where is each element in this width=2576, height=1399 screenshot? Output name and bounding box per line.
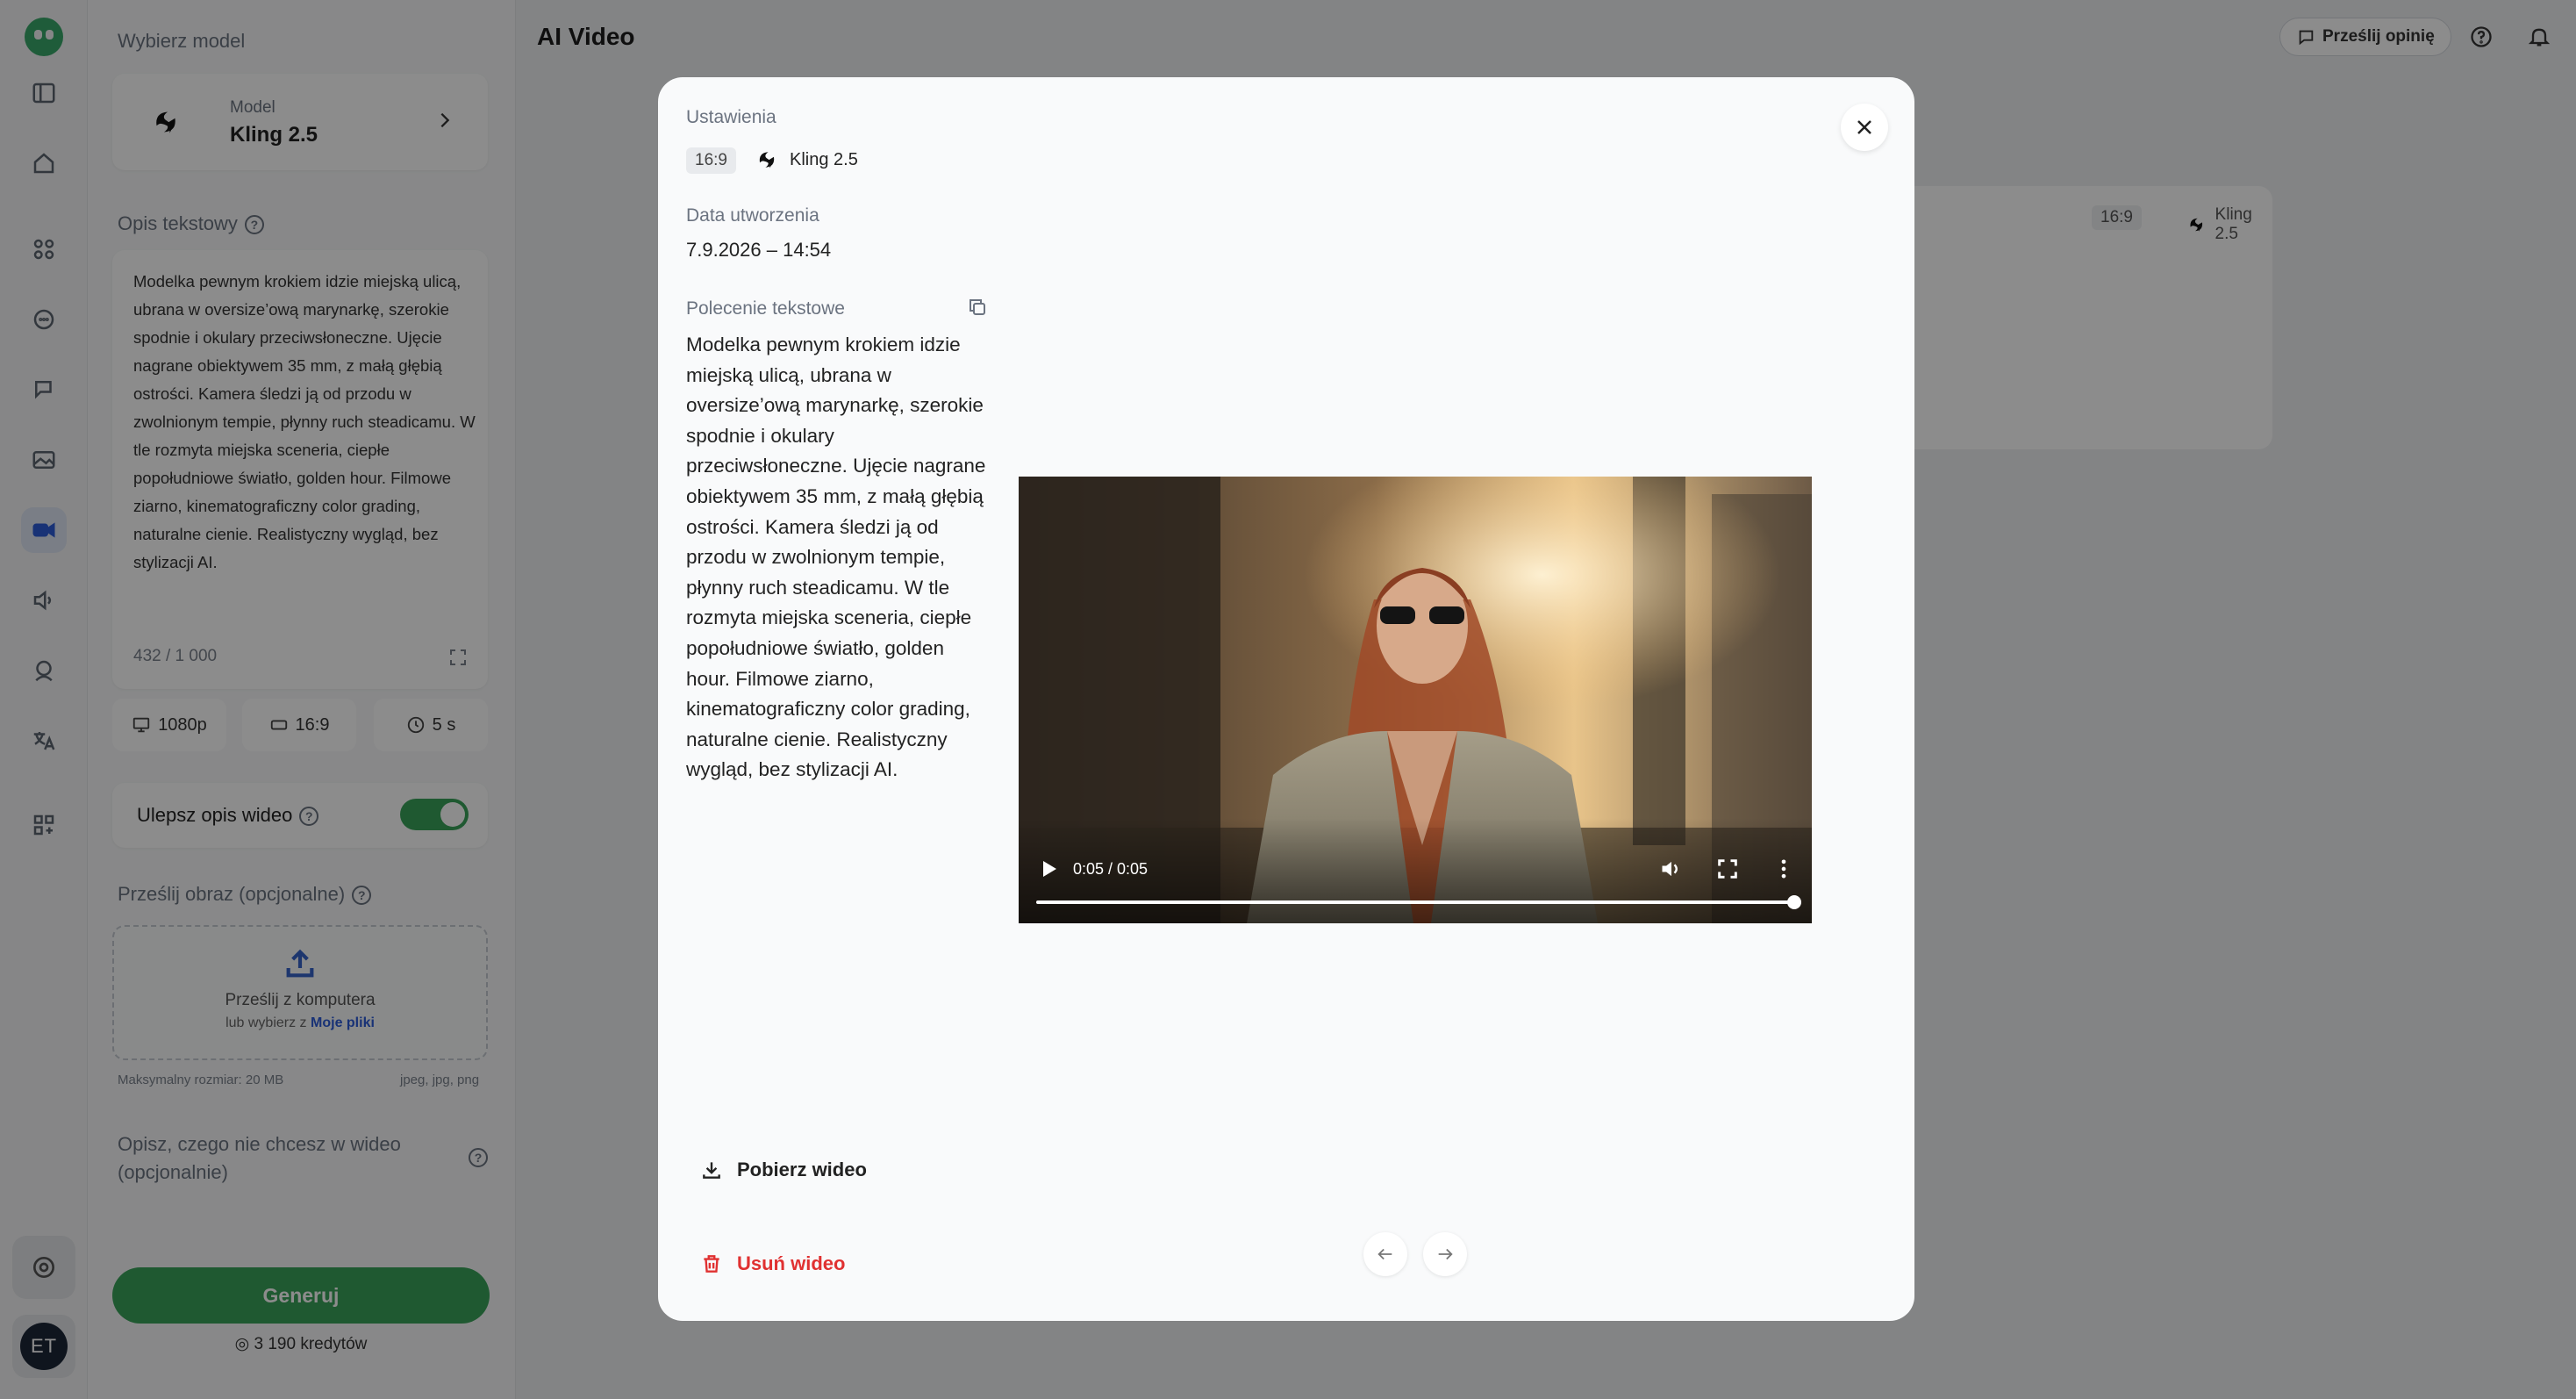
prompt-text: Modelka pewnym krokiem idzie miejską uli… [686, 334, 986, 781]
arrow-left-icon [1377, 1248, 1392, 1260]
play-icon[interactable] [1041, 860, 1057, 878]
video-progress-bar[interactable] [1036, 900, 1794, 904]
arrow-right-icon [1438, 1248, 1453, 1260]
download-icon [703, 1162, 720, 1179]
prompt-label: Polecenie tekstowe [686, 298, 845, 319]
video-progress-thumb[interactable] [1787, 895, 1801, 909]
delete-video-button[interactable]: Usuń wideo [700, 1252, 845, 1275]
created-label: Data utworzenia [686, 205, 819, 226]
close-icon [1857, 120, 1871, 134]
download-video-button[interactable]: Pobierz wideo [700, 1159, 867, 1181]
kling-logo-icon [759, 152, 775, 169]
created-date: 7.9.2026 – 14:54 [686, 239, 832, 261]
volume-icon[interactable] [1659, 857, 1684, 881]
model-badge: Kling 2.5 [753, 146, 858, 174]
copy-icon[interactable] [967, 297, 988, 318]
video-player[interactable]: 0:05 / 0:05 [1019, 477, 1812, 923]
video-details-modal: Ustawienia 16:9 Kling 2.5 Data utworzeni… [658, 77, 1914, 1321]
fullscreen-icon[interactable] [1715, 857, 1740, 881]
ratio-badge: 16:9 [686, 147, 736, 174]
settings-label: Ustawienia [686, 107, 776, 127]
close-button[interactable] [1841, 104, 1888, 151]
next-button[interactable] [1423, 1232, 1467, 1276]
video-controls: 0:05 / 0:05 [1019, 818, 1812, 923]
trash-icon [704, 1255, 719, 1273]
video-time: 0:05 / 0:05 [1073, 860, 1148, 878]
previous-button[interactable] [1363, 1232, 1407, 1276]
more-options-icon[interactable] [1771, 857, 1796, 881]
